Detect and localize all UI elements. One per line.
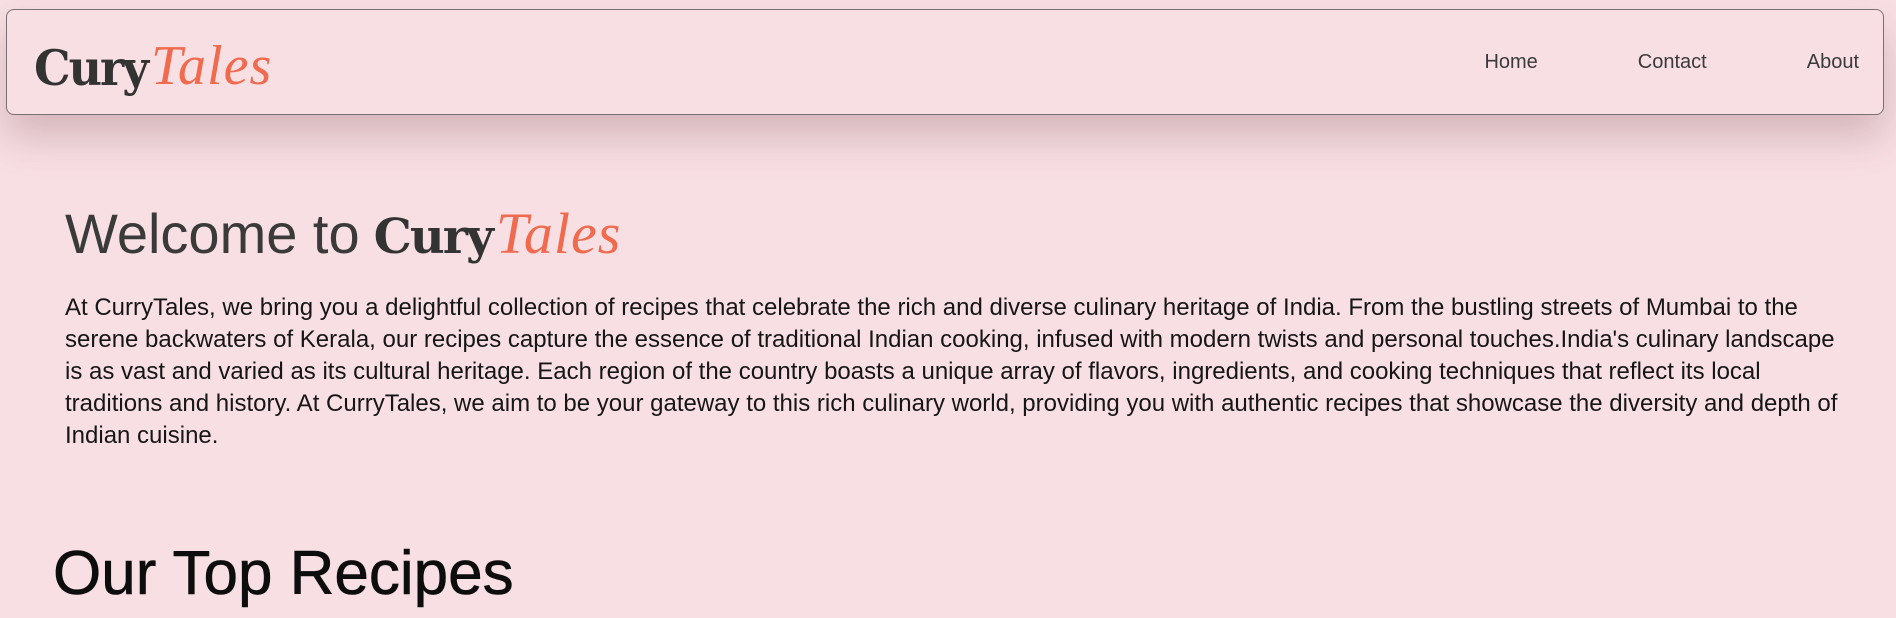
nav-link-home[interactable]: Home (1484, 51, 1537, 74)
nav-link-contact[interactable]: Contact (1638, 51, 1707, 74)
intro-paragraph: At CurryTales, we bring you a delightful… (65, 294, 1838, 449)
nav-link-about[interactable]: About (1807, 51, 1859, 74)
logo-cury-text: Cury (34, 39, 149, 97)
site-logo[interactable]: Cury Tales (34, 34, 272, 104)
welcome-brand-tales: Tales (495, 201, 622, 266)
logo-tales-text: Tales (151, 35, 273, 97)
nav-links: Home Contact About (1484, 10, 1883, 114)
welcome-prefix: Welcome to (65, 202, 360, 265)
welcome-brand-cury: Cury (373, 209, 494, 265)
navbar: Cury Tales Home Contact About (6, 9, 1884, 115)
welcome-heading: Welcome to Cury Tales (65, 200, 621, 267)
top-recipes-title: Our Top Recipes (53, 539, 514, 609)
